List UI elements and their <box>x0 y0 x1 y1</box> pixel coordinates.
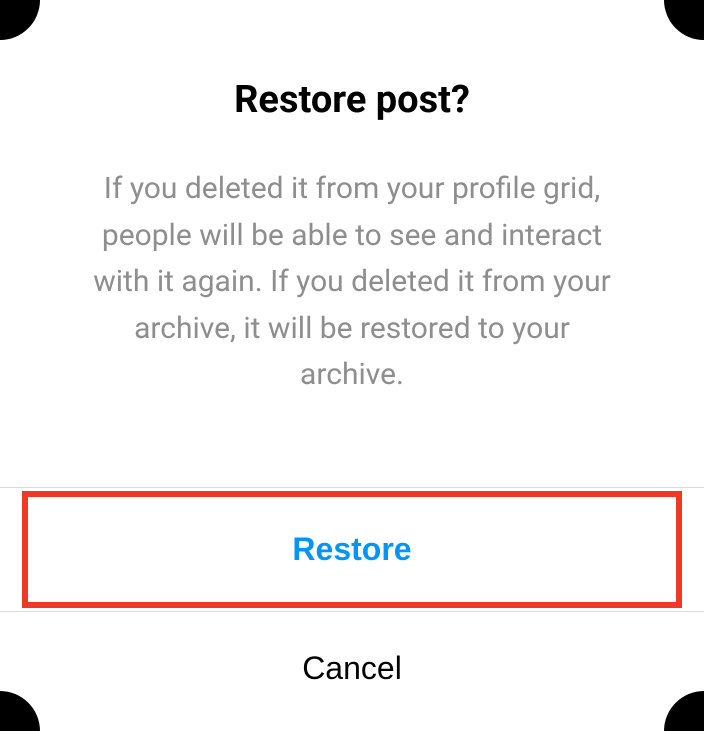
highlight-annotation: Restore <box>22 491 682 608</box>
dialog-body-text: If you deleted it from your profile grid… <box>0 166 704 399</box>
restore-post-dialog: Restore post? If you deleted it from you… <box>0 0 704 725</box>
restore-button[interactable]: Restore <box>28 497 676 602</box>
cancel-button[interactable]: Cancel <box>0 612 704 725</box>
divider <box>0 487 704 488</box>
dialog-title: Restore post? <box>0 78 704 122</box>
